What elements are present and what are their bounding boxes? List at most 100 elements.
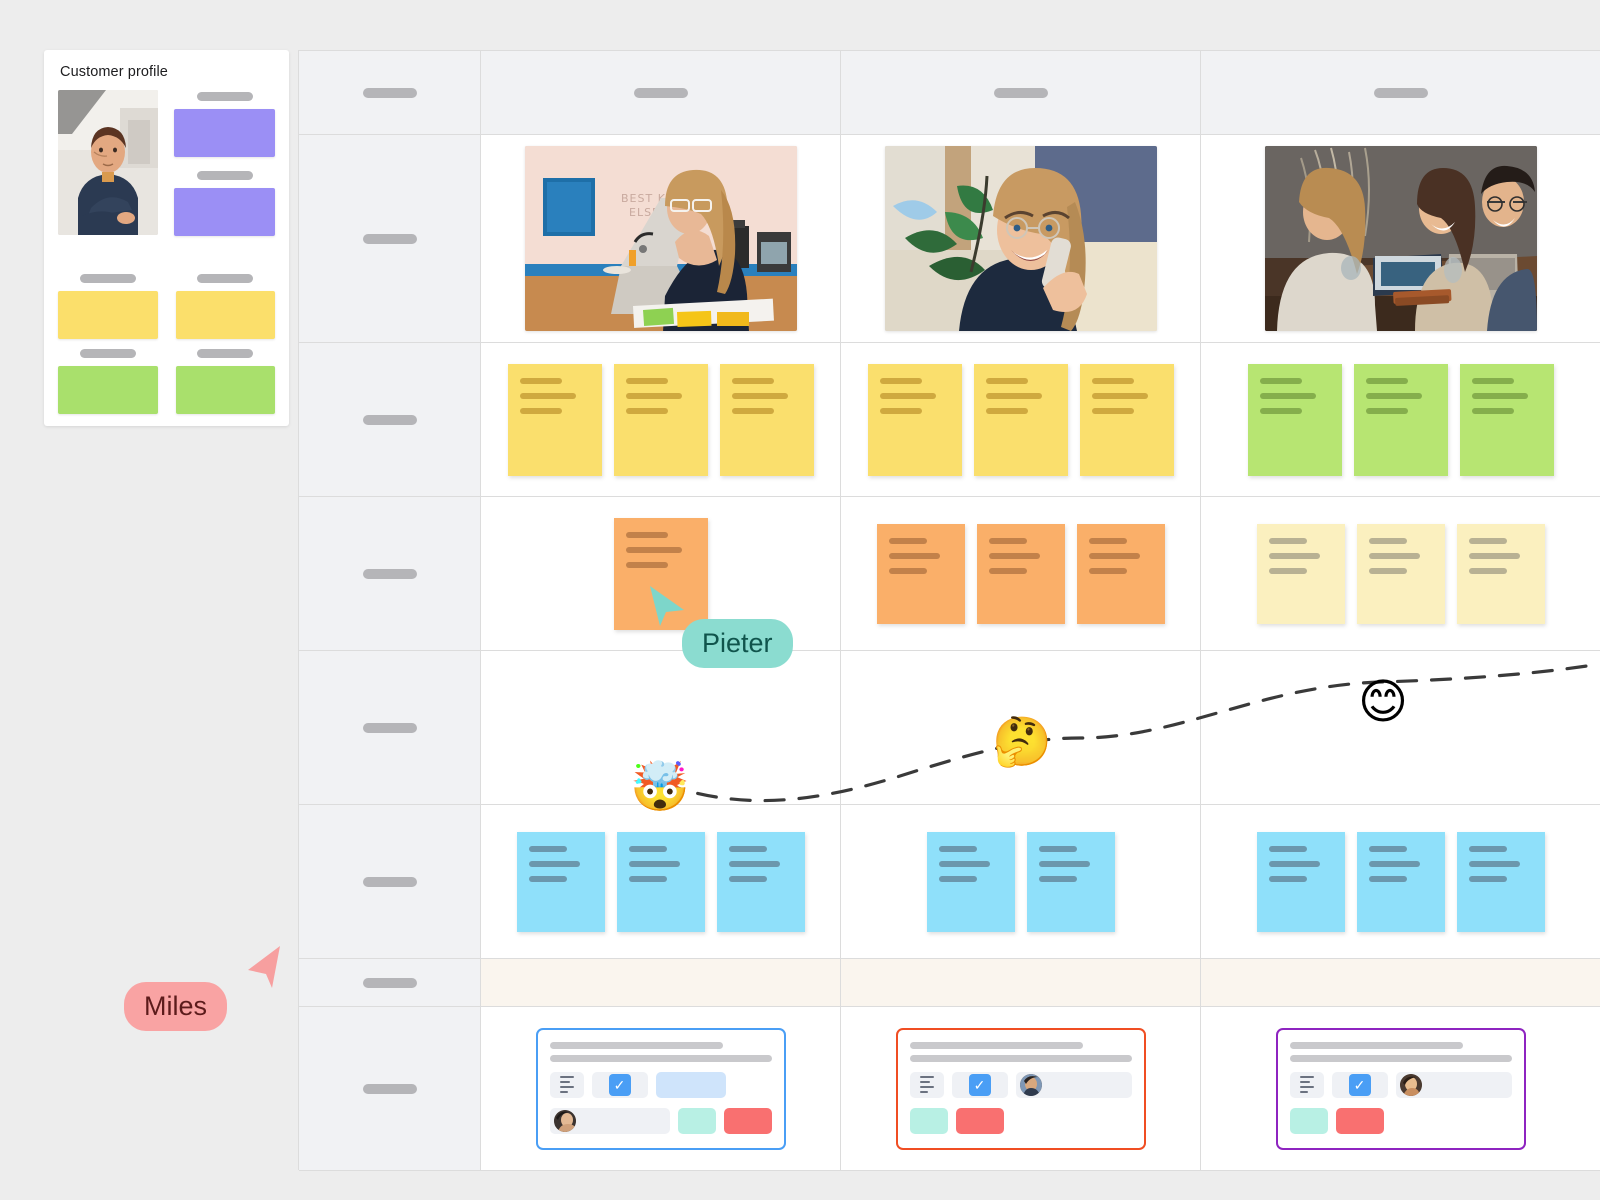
sticky-note[interactable] bbox=[1456, 831, 1545, 932]
row-label-emotion[interactable] bbox=[299, 651, 481, 805]
sticky-note-cell[interactable] bbox=[1201, 343, 1600, 497]
tag-red[interactable] bbox=[955, 1107, 1004, 1134]
sticky-note[interactable] bbox=[1356, 523, 1445, 624]
highlight-cell[interactable] bbox=[1201, 959, 1600, 1007]
sticky-note[interactable] bbox=[516, 831, 605, 932]
sticky-note-cell[interactable] bbox=[1201, 805, 1600, 959]
sticky-note[interactable] bbox=[1076, 523, 1165, 624]
task-card-purple[interactable]: ✓ bbox=[1275, 1027, 1526, 1150]
tag-mint[interactable] bbox=[677, 1107, 716, 1134]
sticky-note[interactable] bbox=[1026, 831, 1115, 932]
profile-field[interactable] bbox=[58, 349, 158, 414]
detail-card-cell[interactable]: ✓ bbox=[841, 1007, 1201, 1171]
sticky-note[interactable] bbox=[507, 363, 602, 476]
sticky-note-cell[interactable] bbox=[841, 805, 1201, 959]
description-chip[interactable] bbox=[909, 1071, 944, 1098]
column-header-3[interactable] bbox=[1201, 51, 1600, 135]
field-value-swatch bbox=[58, 291, 158, 339]
sticky-note[interactable] bbox=[1256, 523, 1345, 624]
emotion-curve-cell[interactable] bbox=[841, 651, 1201, 805]
task-card-red[interactable]: ✓ bbox=[895, 1027, 1146, 1150]
assignee-chip[interactable] bbox=[1015, 1071, 1132, 1098]
row-label-photos[interactable] bbox=[299, 135, 481, 343]
row-label-notes-3[interactable] bbox=[299, 805, 481, 959]
field-value-swatch bbox=[58, 366, 158, 414]
sticky-note[interactable] bbox=[616, 831, 705, 932]
text-align-icon bbox=[1299, 1076, 1314, 1093]
row-label-detail-cards[interactable] bbox=[299, 1007, 481, 1171]
customer-profile-card[interactable]: Customer profile bbox=[44, 50, 289, 426]
description-chip[interactable] bbox=[549, 1071, 584, 1098]
photo-cell[interactable] bbox=[841, 135, 1201, 343]
sticky-note[interactable] bbox=[719, 363, 814, 476]
field-label-placeholder bbox=[196, 171, 253, 180]
sticky-note-cell[interactable] bbox=[1201, 497, 1600, 651]
field-label-placeholder bbox=[79, 349, 136, 358]
sticky-note[interactable] bbox=[876, 523, 965, 624]
sticky-note[interactable] bbox=[867, 363, 962, 476]
column-header-placeholder bbox=[633, 87, 688, 98]
sticky-note-cell[interactable] bbox=[841, 343, 1201, 497]
profile-field[interactable] bbox=[174, 92, 275, 157]
detail-card-cell[interactable]: ✓ bbox=[481, 1007, 841, 1171]
assignee-chip[interactable] bbox=[1395, 1071, 1512, 1098]
column-header-2[interactable] bbox=[841, 51, 1201, 135]
row-label-placeholder bbox=[362, 722, 417, 733]
row-label-notes-2[interactable] bbox=[299, 497, 481, 651]
profile-field[interactable] bbox=[58, 274, 158, 339]
emotion-curve-cell[interactable] bbox=[481, 651, 841, 805]
card-title-placeholder bbox=[549, 1041, 723, 1049]
sticky-note[interactable] bbox=[716, 831, 805, 932]
profile-top-section bbox=[58, 90, 275, 250]
task-card-blue[interactable]: ✓ bbox=[535, 1027, 786, 1150]
card-title-placeholder bbox=[909, 1041, 1083, 1049]
tag-mint[interactable] bbox=[1289, 1107, 1328, 1134]
sticky-note-cell[interactable] bbox=[481, 805, 841, 959]
sticky-note-cell[interactable] bbox=[481, 343, 841, 497]
field-value-swatch bbox=[175, 366, 275, 414]
sticky-note[interactable] bbox=[1247, 363, 1342, 476]
avatar bbox=[1019, 1073, 1042, 1096]
photo-cell[interactable] bbox=[1201, 135, 1600, 343]
checkbox-chip[interactable]: ✓ bbox=[951, 1071, 1008, 1098]
column-header-1[interactable] bbox=[481, 51, 841, 135]
checkbox-chip[interactable]: ✓ bbox=[591, 1071, 648, 1098]
sticky-note[interactable] bbox=[613, 517, 708, 630]
sticky-note[interactable] bbox=[613, 363, 708, 476]
tag-red[interactable] bbox=[1335, 1107, 1384, 1134]
photo-woman-phone-call bbox=[884, 146, 1157, 331]
sticky-note[interactable] bbox=[976, 523, 1065, 624]
sticky-note[interactable] bbox=[926, 831, 1015, 932]
tag-red[interactable] bbox=[723, 1107, 772, 1134]
sticky-note[interactable] bbox=[973, 363, 1068, 476]
sticky-note-cell[interactable] bbox=[481, 497, 841, 651]
sticky-note[interactable] bbox=[1256, 831, 1345, 932]
assignee-chip[interactable] bbox=[549, 1107, 670, 1134]
row-label-spacer[interactable] bbox=[299, 959, 481, 1007]
tag-light-blue[interactable] bbox=[655, 1071, 726, 1098]
highlight-cell[interactable] bbox=[841, 959, 1201, 1007]
checkbox-icon[interactable]: ✓ bbox=[968, 1073, 991, 1096]
sticky-note[interactable] bbox=[1353, 363, 1448, 476]
checkbox-chip[interactable]: ✓ bbox=[1331, 1071, 1388, 1098]
description-chip[interactable] bbox=[1289, 1071, 1324, 1098]
highlight-cell[interactable] bbox=[481, 959, 841, 1007]
checkbox-icon[interactable]: ✓ bbox=[1348, 1073, 1371, 1096]
sticky-note[interactable] bbox=[1079, 363, 1174, 476]
photo-cell[interactable]: BEST KEPT ELSE'S bbox=[481, 135, 841, 343]
row-label-notes-1[interactable] bbox=[299, 343, 481, 497]
sticky-note[interactable] bbox=[1356, 831, 1445, 932]
detail-card-cell[interactable]: ✓ bbox=[1201, 1007, 1600, 1171]
sticky-note[interactable] bbox=[1459, 363, 1554, 476]
profile-field[interactable] bbox=[175, 349, 275, 414]
sticky-note[interactable] bbox=[1456, 523, 1545, 624]
tag-mint[interactable] bbox=[909, 1107, 948, 1134]
profile-field[interactable] bbox=[174, 171, 275, 236]
profile-field[interactable] bbox=[175, 274, 275, 339]
cursor-label-miles: Miles bbox=[124, 982, 228, 1031]
text-align-icon bbox=[559, 1076, 574, 1093]
checkbox-icon[interactable]: ✓ bbox=[608, 1073, 631, 1096]
emotion-curve-cell[interactable] bbox=[1201, 651, 1600, 805]
avatar bbox=[1399, 1073, 1422, 1096]
sticky-note-cell[interactable] bbox=[841, 497, 1201, 651]
